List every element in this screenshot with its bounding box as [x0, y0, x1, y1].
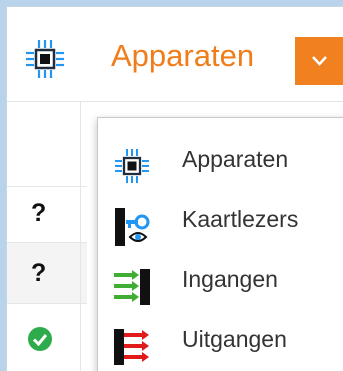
- menu-item-apparaten[interactable]: Apparaten: [98, 134, 343, 192]
- menu-item-uitgangen[interactable]: Uitgangen: [98, 314, 343, 371]
- table-row: [7, 102, 87, 187]
- unknown-status: ?: [31, 199, 47, 227]
- column-divider: [80, 102, 81, 371]
- chip-icon: [115, 149, 149, 183]
- page-title: Apparaten: [111, 38, 255, 73]
- menu-item-label: Apparaten: [182, 146, 289, 172]
- table-row[interactable]: ?: [7, 243, 87, 304]
- devices-panel: Apparaten ? ? Apparaten Kaartlezers Inga…: [6, 6, 343, 371]
- menu-item-label: Uitgangen: [182, 326, 287, 352]
- page-header: Apparaten: [7, 7, 343, 102]
- outputs-arrow-icon: [114, 329, 149, 365]
- menu-item-ingangen[interactable]: Ingangen: [98, 254, 343, 312]
- chip-icon: [26, 40, 64, 78]
- ok-check-icon: [28, 327, 52, 351]
- menu-item-kaartlezers[interactable]: Kaartlezers: [98, 194, 343, 252]
- menu-item-label: Kaartlezers: [182, 206, 299, 232]
- table-row[interactable]: ?: [7, 187, 87, 243]
- dropdown-menu: Apparaten Kaartlezers Ingangen Uitgangen: [97, 117, 343, 371]
- unknown-status: ?: [31, 259, 47, 287]
- menu-item-label: Ingangen: [182, 266, 278, 292]
- inputs-arrow-icon: [114, 269, 150, 305]
- title-dropdown-button[interactable]: [295, 37, 343, 85]
- chevron-down-icon: [312, 56, 327, 66]
- card-reader-key-icon: [115, 208, 150, 246]
